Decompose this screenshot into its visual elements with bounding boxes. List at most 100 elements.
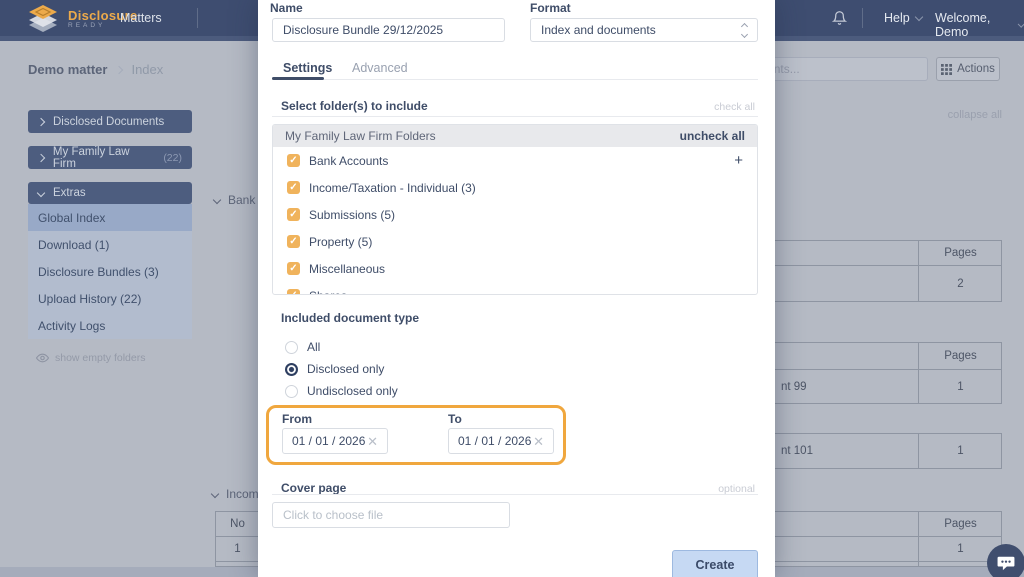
checkbox-checked-icon[interactable]: ✓: [287, 262, 300, 275]
pages-cell: 1: [919, 434, 1002, 468]
add-subfolder-icon[interactable]: +: [734, 153, 743, 168]
documents-table-row: nt 101 1: [775, 433, 1002, 469]
radio-unselected-icon: [285, 385, 298, 398]
nav-item-help[interactable]: Help: [884, 11, 922, 25]
nav-item-account[interactable]: Welcome, Demo: [935, 11, 1024, 39]
folder-label: Shares: [309, 289, 347, 296]
sidebar-item-activity-logs[interactable]: Activity Logs: [28, 312, 192, 339]
grid-icon: [941, 64, 952, 75]
checkbox-checked-icon[interactable]: ✓: [287, 208, 300, 221]
nav-separator-2: [862, 8, 863, 28]
section-divider: [272, 494, 758, 495]
pages-column-header: Pages: [919, 343, 1002, 369]
sidebar-group-count: (22): [163, 152, 182, 164]
bell-icon: [832, 10, 847, 26]
radio-selected-icon: [285, 363, 298, 376]
checkbox-checked-icon[interactable]: ✓: [287, 181, 300, 194]
sidebar-group-label: Extras: [53, 187, 86, 199]
included-document-type-title: Included document type: [281, 311, 419, 325]
radio-disclosed-only[interactable]: Disclosed only: [285, 361, 384, 377]
chevron-down-icon: [213, 196, 221, 204]
table-divider: [775, 561, 1001, 562]
sidebar-item-upload-history[interactable]: Upload History (22): [28, 285, 192, 312]
select-stepper-icon: [742, 24, 747, 37]
checkbox-checked-icon[interactable]: ✓: [287, 235, 300, 248]
bank-accounts-table: Pages 2: [775, 240, 1002, 302]
nav-separator: [197, 8, 198, 28]
sidebar-group-extras[interactable]: Extras: [28, 182, 192, 204]
format-select[interactable]: Index and documents: [530, 18, 758, 42]
show-empty-folders-toggle[interactable]: show empty folders: [36, 352, 145, 364]
pages-column-header: Pages: [919, 512, 1002, 536]
select-folders-title: Select folder(s) to include: [281, 99, 428, 113]
collapse-all-link[interactable]: collapse all: [948, 109, 1002, 121]
checkbox-checked-icon[interactable]: ✓: [287, 289, 300, 295]
clear-date-icon[interactable]: ✕: [367, 435, 378, 448]
folder-row-income-taxation: ✓ Income/Taxation - Individual (3): [273, 174, 757, 201]
folder-row-property: ✓ Property (5): [273, 228, 757, 255]
app-screen: Disclosure READY Matters Help Welcome, D…: [0, 0, 1024, 577]
folder-label: Submissions (5): [309, 208, 395, 222]
folder-row-shares: ✓ Shares: [273, 282, 757, 295]
sidebar-item-global-index[interactable]: Global Index: [28, 204, 192, 231]
actions-label: Actions: [957, 63, 995, 75]
format-selected-value: Index and documents: [541, 23, 656, 37]
active-tab-underline: [272, 77, 324, 80]
from-label: From: [282, 412, 312, 426]
nav-item-matters[interactable]: Matters: [120, 11, 162, 25]
sidebar-group-my-family-law-firm[interactable]: My Family Law Firm (22): [28, 146, 192, 169]
tab-advanced[interactable]: Advanced: [352, 61, 408, 75]
sidebar-item-disclosure-bundles[interactable]: Disclosure Bundles (3): [28, 258, 192, 285]
folder-label: Income/Taxation - Individual (3): [309, 181, 476, 195]
welcome-label: Welcome, Demo: [935, 11, 1013, 39]
sidebar-group-disclosed-documents[interactable]: Disclosed Documents: [28, 110, 192, 133]
radio-all[interactable]: All: [285, 339, 320, 355]
chevron-down-icon: [211, 490, 219, 498]
to-date-input[interactable]: 01 / 01 / 2026 ✕: [448, 428, 554, 454]
folder-label: Property (5): [309, 235, 372, 249]
file-input-placeholder: Click to choose file: [283, 508, 383, 522]
folder-panel-title: My Family Law Firm Folders: [285, 129, 436, 143]
from-date-input[interactable]: 01 / 01 / 2026 ✕: [282, 428, 388, 454]
radio-unselected-icon: [285, 341, 298, 354]
to-label: To: [448, 412, 462, 426]
cover-page-file-input[interactable]: Click to choose file: [272, 502, 510, 528]
breadcrumb: Demo matter Index: [28, 62, 163, 77]
pages-cell: 1: [919, 370, 1002, 404]
bundle-name-value: Disclosure Bundle 29/12/2025: [283, 23, 443, 37]
sidebar-item-download[interactable]: Download (1): [28, 231, 192, 258]
cover-page-title: Cover page: [281, 481, 346, 495]
breadcrumb-parent[interactable]: Demo matter: [28, 62, 107, 77]
folder-panel-header: My Family Law Firm Folders uncheck all: [273, 125, 757, 147]
tab-settings[interactable]: Settings: [283, 61, 332, 75]
pages-column-header: Pages: [919, 241, 1002, 265]
notifications-button[interactable]: [832, 10, 847, 31]
check-all-link[interactable]: check all: [714, 101, 755, 113]
format-label: Format: [530, 1, 571, 15]
actions-button[interactable]: Actions: [936, 57, 1000, 81]
document-name-fragment: nt 99: [781, 370, 807, 404]
folder-row-submissions: ✓ Submissions (5): [273, 201, 757, 228]
nav-matters-label: Matters: [120, 11, 162, 25]
show-empty-folders-label: show empty folders: [55, 352, 145, 364]
radio-undisclosed-only[interactable]: Undisclosed only: [285, 383, 398, 399]
folder-row-bank-accounts: ✓ Bank Accounts +: [273, 147, 757, 174]
uncheck-all-link[interactable]: uncheck all: [680, 129, 745, 143]
sidebar-group-label: Disclosed Documents: [53, 116, 164, 128]
from-date-value: 01 / 01 / 2026: [292, 434, 365, 448]
bundle-name-input[interactable]: Disclosure Bundle 29/12/2025: [272, 18, 505, 42]
help-label: Help: [884, 11, 910, 25]
pages-cell: 2: [919, 266, 1002, 302]
clear-date-icon[interactable]: ✕: [533, 435, 544, 448]
radio-label: Undisclosed only: [307, 384, 398, 398]
chat-widget-button[interactable]: [987, 544, 1024, 577]
chevron-down-icon: [1017, 20, 1024, 28]
no-column-header: No: [216, 512, 259, 537]
checkbox-checked-icon[interactable]: ✓: [287, 154, 300, 167]
breadcrumb-chevron-icon: [115, 65, 123, 73]
folder-label: Miscellaneous: [309, 262, 385, 276]
folder-row-miscellaneous: ✓ Miscellaneous: [273, 255, 757, 282]
eye-icon: [36, 353, 49, 363]
create-button[interactable]: Create: [672, 550, 758, 577]
income-table-left: No 1: [215, 511, 260, 567]
